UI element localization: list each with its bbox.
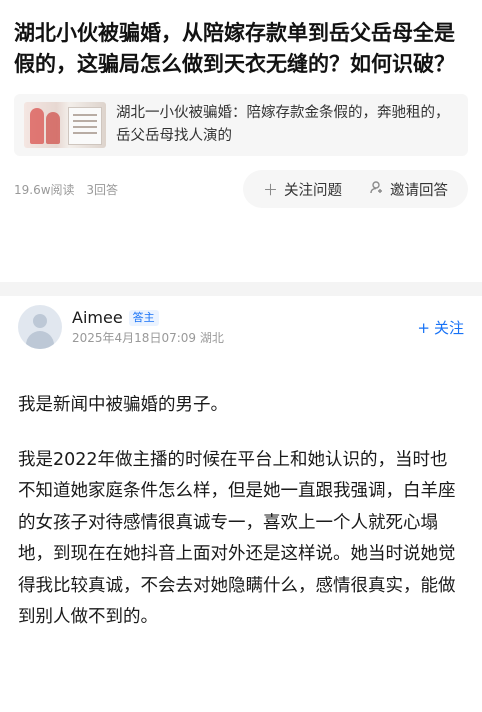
follow-author-button[interactable]: + 关注 — [417, 317, 464, 338]
question-title[interactable]: 湖北小伙被骗婚，从陪嫁存款单到岳父岳母全是假的，这骗局怎么做到天衣无缝的？如何识… — [14, 18, 468, 80]
invite-answer-label: 邀请回答 — [390, 182, 448, 199]
related-news-card[interactable]: 湖北一小伙被骗婚：陪嫁存款金条假的，奔驰租的，岳父岳母找人演的 — [14, 94, 468, 156]
view-count: 19.6w阅读 — [14, 182, 75, 197]
author-row: Aimee 答主 2025年4月18日07:09 湖北 + 关注 — [18, 304, 464, 350]
related-news-text: 湖北一小伙被骗婚：陪嫁存款金条假的，奔驰租的，岳父岳母找人演的 — [116, 105, 450, 144]
question-stats: 19.6w阅读 3回答 — [14, 181, 118, 198]
author-badge: 答主 — [128, 309, 159, 326]
author-name[interactable]: Aimee — [72, 308, 123, 327]
question-actions: ＋ 关注问题 邀请回答 — [242, 170, 468, 208]
question-header: 湖北小伙被骗婚，从陪嫁存款单到岳父岳母全是假的，这骗局怎么做到天衣无缝的？如何识… — [0, 0, 482, 208]
related-news-thumbnail — [24, 102, 106, 148]
answer-card: Aimee 答主 2025年4月18日07:09 湖北 + 关注 我是新闻中被骗婚… — [0, 296, 482, 654]
follow-question-button[interactable]: ＋ 关注问题 — [249, 170, 356, 208]
author-info: Aimee 答主 2025年4月18日07:09 湖北 — [72, 308, 417, 346]
section-divider — [0, 282, 482, 296]
follow-question-label: 关注问题 — [284, 182, 342, 199]
answer-timestamp: 2025年4月18日07:09 湖北 — [72, 331, 224, 345]
answer-count: 3回答 — [86, 182, 119, 197]
answer-content: 我是新闻中被骗婚的男子。 我是2022年做主播的时候在平台上和她认识的，当时也不… — [18, 390, 464, 634]
answer-paragraph: 我是新闻中被骗婚的男子。 — [18, 395, 228, 415]
follow-author-label: 关注 — [433, 318, 464, 337]
answer-paragraph: 我是2022年做主播的时候在平台上和她认识的，当时也不知道她家庭条件怎么样，但是… — [18, 449, 456, 628]
avatar[interactable] — [18, 305, 62, 349]
invite-answer-button[interactable]: 邀请回答 — [356, 170, 462, 208]
person-icon — [370, 180, 384, 198]
plus-icon: + — [417, 318, 430, 337]
question-meta-row: 19.6w阅读 3回答 ＋ 关注问题 邀请回答 — [14, 170, 468, 208]
plus-icon: ＋ — [262, 180, 278, 199]
